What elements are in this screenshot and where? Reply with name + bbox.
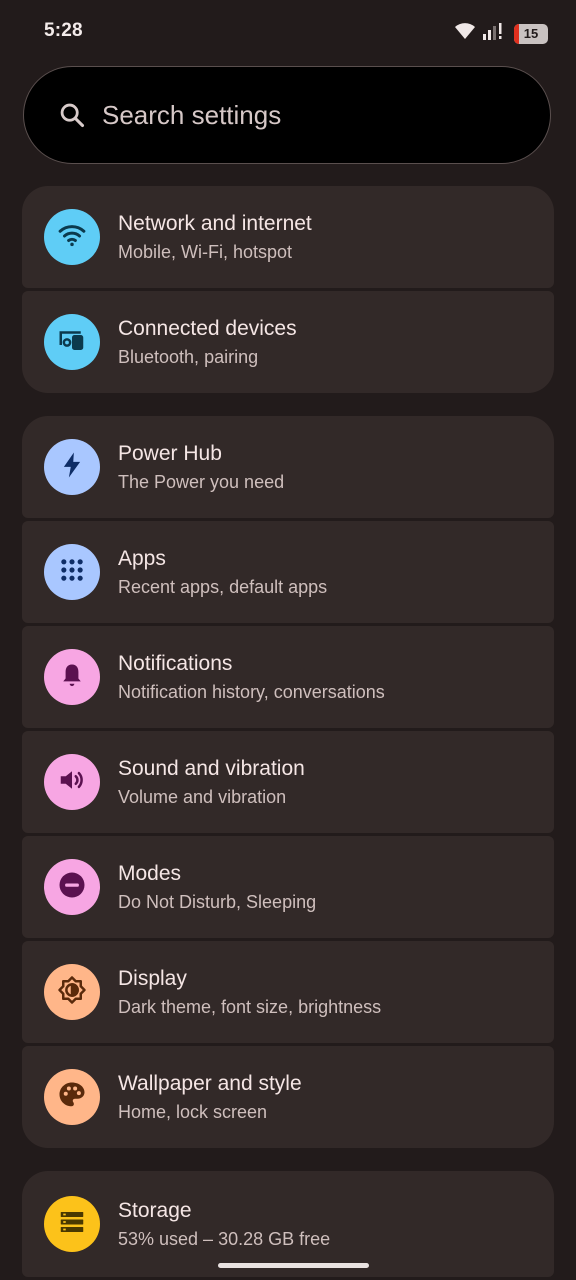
item-subtitle: Volume and vibration bbox=[118, 786, 287, 807]
search-placeholder: Search settings bbox=[102, 99, 282, 130]
brightness-icon bbox=[57, 975, 87, 1010]
settings-item-network[interactable]: Network and internet Mobile, Wi-Fi, hots… bbox=[22, 186, 554, 288]
item-title: Display bbox=[118, 966, 187, 990]
status-time: 5:28 bbox=[44, 20, 83, 41]
devices-icon-badge bbox=[44, 314, 100, 370]
battery-icon: 15 bbox=[514, 23, 548, 44]
home-indicator[interactable] bbox=[218, 1263, 369, 1268]
item-texts: Power Hub The Power you need bbox=[118, 442, 284, 493]
storage-icon-badge bbox=[44, 1196, 100, 1252]
item-texts: Wallpaper and style Home, lock screen bbox=[118, 1072, 302, 1123]
item-texts: Connected devices Bluetooth, pairing bbox=[118, 317, 297, 368]
settings-item-modes[interactable]: Modes Do Not Disturb, Sleeping bbox=[22, 836, 554, 938]
item-texts: Network and internet Mobile, Wi-Fi, hots… bbox=[118, 212, 312, 263]
status-icons: 15 bbox=[454, 21, 548, 46]
settings-item-display[interactable]: Display Dark theme, font size, brightnes… bbox=[22, 941, 554, 1043]
display-icon-badge bbox=[44, 964, 100, 1020]
item-subtitle: Home, lock screen bbox=[118, 1101, 268, 1122]
search-icon bbox=[58, 101, 86, 129]
bolt-icon bbox=[57, 450, 87, 485]
settings-group-connectivity: Network and internet Mobile, Wi-Fi, hots… bbox=[22, 186, 554, 393]
item-title: Apps bbox=[118, 546, 166, 570]
wallpaper-icon-badge bbox=[44, 1069, 100, 1125]
speaker-icon bbox=[57, 765, 87, 800]
battery-indicator: 15 bbox=[514, 23, 548, 44]
battery-level: 15 bbox=[523, 26, 539, 41]
item-texts: Storage 53% used – 30.28 GB free bbox=[118, 1199, 330, 1250]
signal-icon bbox=[482, 21, 508, 46]
settings-item-notifications[interactable]: Notifications Notification history, conv… bbox=[22, 626, 554, 728]
item-subtitle: Recent apps, default apps bbox=[118, 576, 328, 597]
settings-group-main: Power Hub The Power you need Apps Recent… bbox=[22, 416, 554, 1148]
item-title: Wallpaper and style bbox=[118, 1071, 302, 1095]
palette-icon bbox=[57, 1080, 87, 1115]
sound-icon-badge bbox=[44, 754, 100, 810]
power-hub-icon-badge bbox=[44, 439, 100, 495]
item-subtitle: Do Not Disturb, Sleeping bbox=[118, 891, 317, 912]
settings-group-device: Storage 53% used – 30.28 GB free bbox=[22, 1171, 554, 1277]
item-title: Storage bbox=[118, 1198, 192, 1222]
do-not-disturb-icon bbox=[57, 870, 87, 905]
item-title: Network and internet bbox=[118, 211, 312, 235]
modes-icon-badge bbox=[44, 859, 100, 915]
item-title: Modes bbox=[118, 861, 182, 885]
devices-icon bbox=[57, 325, 87, 360]
item-subtitle: Mobile, Wi-Fi, hotspot bbox=[118, 241, 293, 262]
item-title: Sound and vibration bbox=[118, 756, 305, 780]
apps-grid-icon bbox=[58, 556, 86, 589]
item-title: Power Hub bbox=[118, 441, 222, 465]
settings-item-power-hub[interactable]: Power Hub The Power you need bbox=[22, 416, 554, 518]
item-texts: Modes Do Not Disturb, Sleeping bbox=[118, 862, 316, 913]
settings-item-sound[interactable]: Sound and vibration Volume and vibration bbox=[22, 731, 554, 833]
item-texts: Apps Recent apps, default apps bbox=[118, 547, 327, 598]
notifications-icon-badge bbox=[44, 649, 100, 705]
storage-icon bbox=[57, 1207, 87, 1242]
bell-icon bbox=[58, 661, 86, 694]
settings-item-apps[interactable]: Apps Recent apps, default apps bbox=[22, 521, 554, 623]
apps-icon-badge bbox=[44, 544, 100, 600]
wifi-icon bbox=[57, 220, 87, 255]
item-subtitle: Dark theme, font size, brightness bbox=[118, 996, 382, 1017]
item-subtitle: Bluetooth, pairing bbox=[118, 346, 259, 367]
item-subtitle: Notification history, conversations bbox=[118, 681, 385, 702]
battery-fill bbox=[514, 23, 520, 44]
wifi-icon bbox=[454, 22, 476, 45]
network-icon-badge bbox=[44, 209, 100, 265]
settings-item-storage[interactable]: Storage 53% used – 30.28 GB free bbox=[22, 1171, 554, 1277]
settings-item-connected-devices[interactable]: Connected devices Bluetooth, pairing bbox=[22, 291, 554, 393]
item-texts: Display Dark theme, font size, brightnes… bbox=[118, 967, 381, 1018]
item-texts: Sound and vibration Volume and vibration bbox=[118, 757, 305, 808]
item-title: Connected devices bbox=[118, 316, 297, 340]
item-subtitle: 53% used – 30.28 GB free bbox=[118, 1228, 331, 1249]
item-title: Notifications bbox=[118, 651, 233, 675]
settings-item-wallpaper[interactable]: Wallpaper and style Home, lock screen bbox=[22, 1046, 554, 1148]
item-subtitle: The Power you need bbox=[118, 471, 285, 492]
item-texts: Notifications Notification history, conv… bbox=[118, 652, 385, 703]
search-bar[interactable]: Search settings bbox=[23, 66, 551, 164]
status-bar: 5:28 15 bbox=[0, 0, 576, 64]
